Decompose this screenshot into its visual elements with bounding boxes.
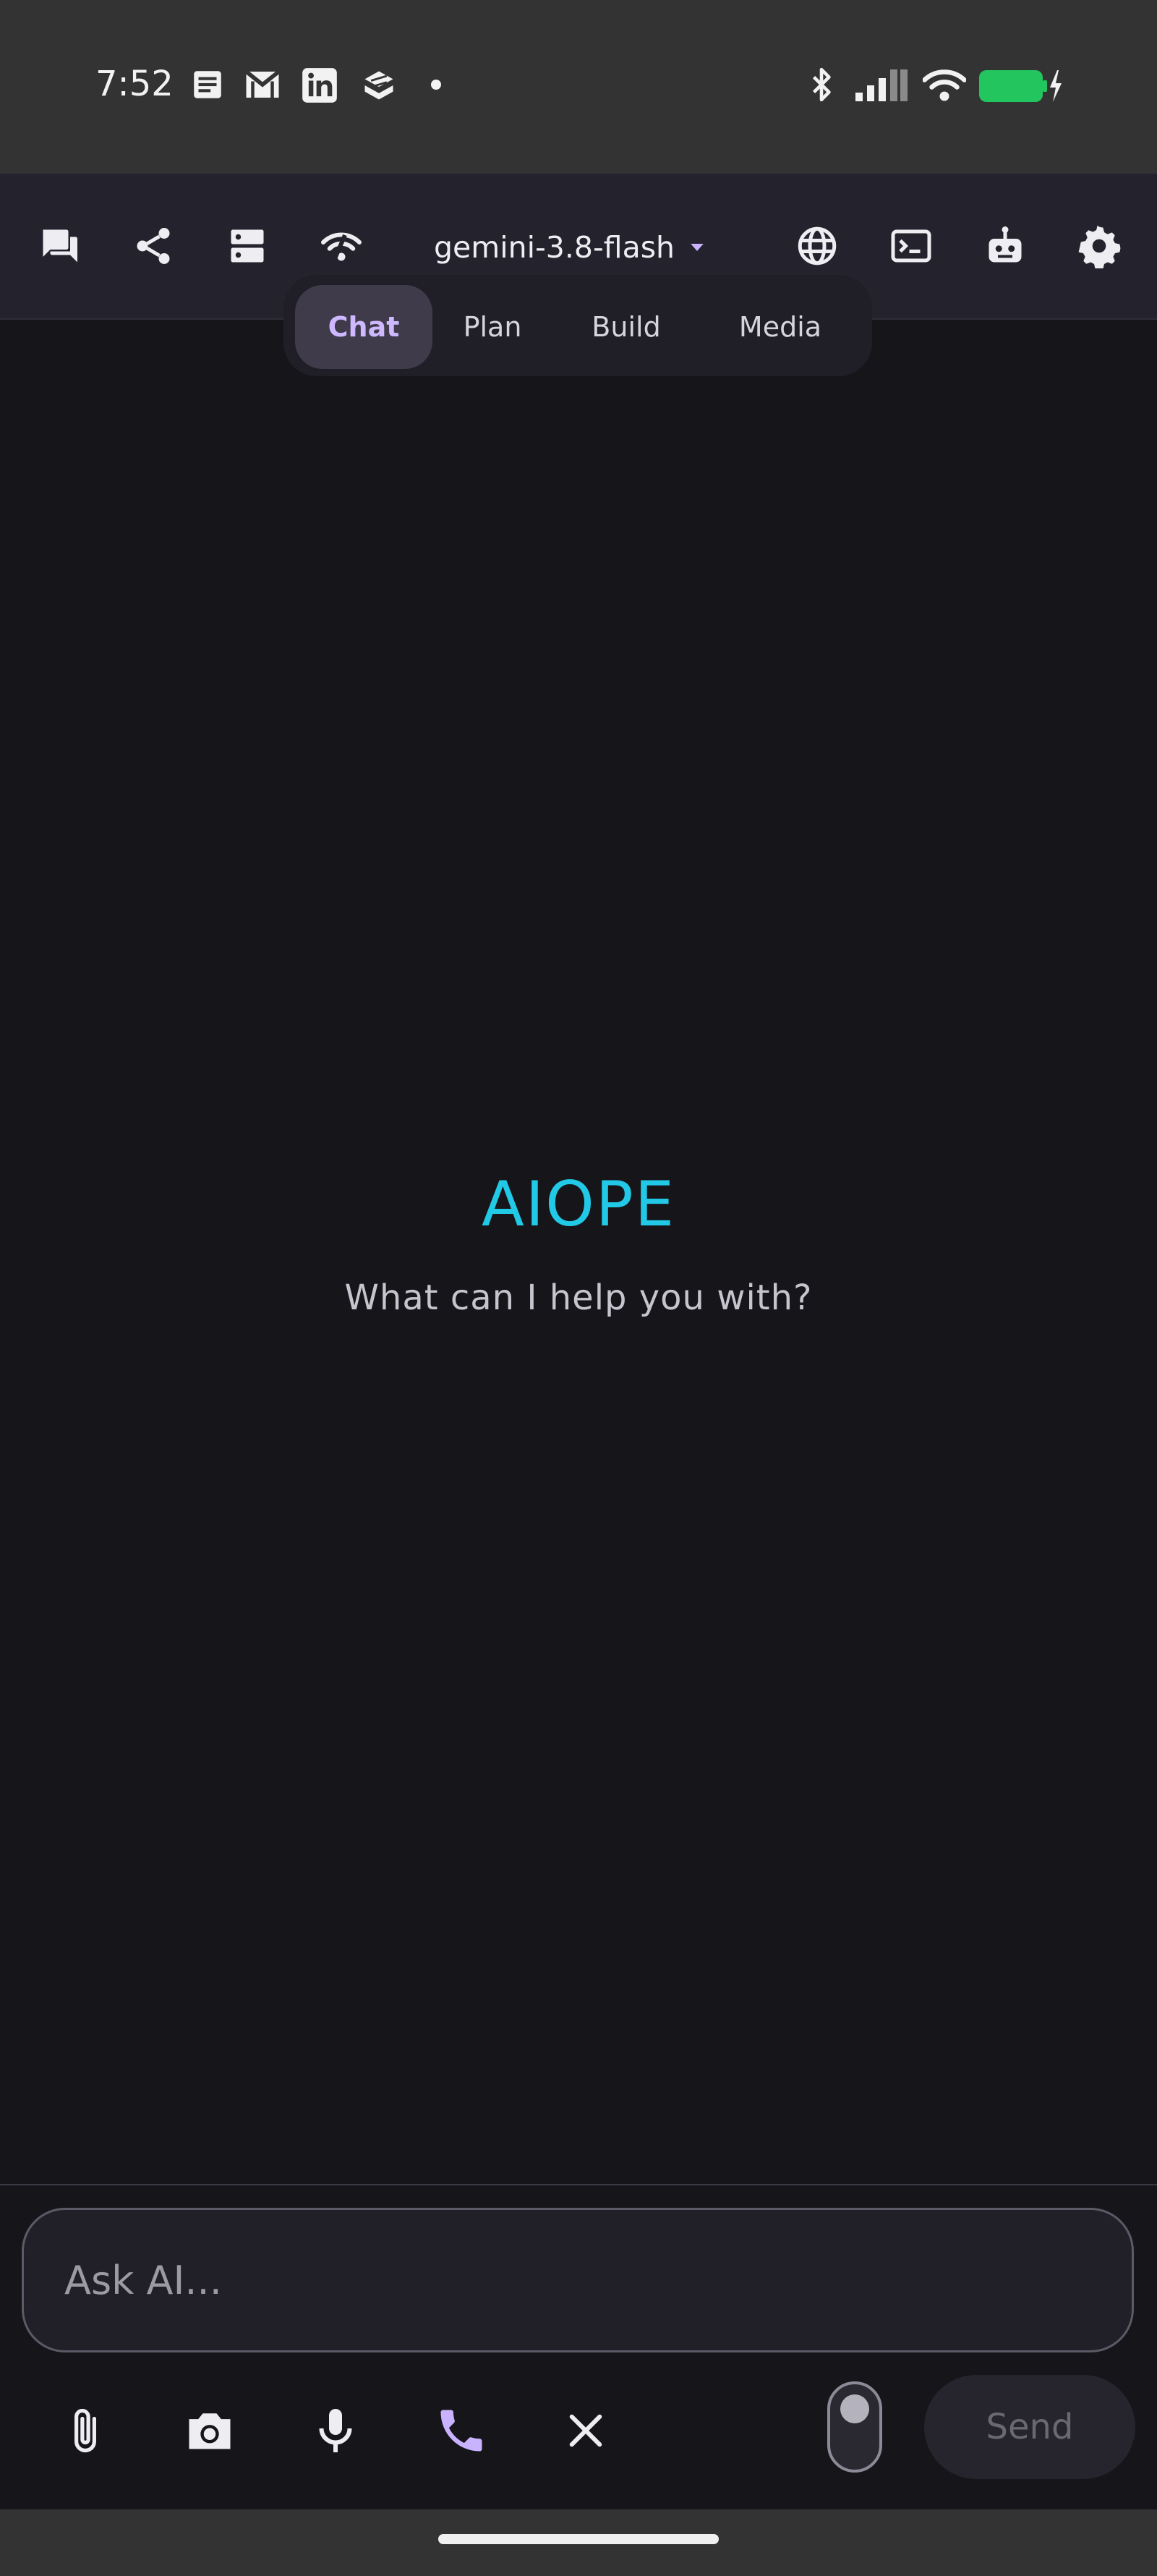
mode-toggle[interactable] xyxy=(827,2381,882,2473)
chevron-down-icon xyxy=(691,244,704,251)
battery-charging-icon xyxy=(979,68,1063,104)
globe-icon xyxy=(798,226,837,265)
wifi-icon xyxy=(923,68,966,103)
welcome-subtitle: What can I help you with? xyxy=(344,1278,813,1318)
navigation-bar xyxy=(0,2509,1157,2576)
settings-button[interactable] xyxy=(1062,208,1137,284)
voice-call-button[interactable] xyxy=(418,2387,505,2474)
home-gesture-handle[interactable] xyxy=(438,2534,719,2544)
dot-icon xyxy=(431,80,441,90)
tab-plan[interactable]: Plan xyxy=(432,285,552,369)
terminal-icon xyxy=(891,229,931,263)
app-title: AIOPE xyxy=(481,1168,676,1241)
close-icon xyxy=(569,2414,602,2447)
linkedin-icon xyxy=(301,67,338,104)
terminal-button[interactable] xyxy=(874,208,949,284)
notes-icon xyxy=(189,67,226,103)
camera-icon xyxy=(189,2413,231,2449)
mode-switcher: Chat Plan Build Media xyxy=(283,275,872,376)
app-screen: 7:52 gemini-3.8-flash Chat Plan Build Me… xyxy=(0,0,1157,2576)
camera-button[interactable] xyxy=(166,2387,253,2474)
share-button[interactable] xyxy=(116,208,191,284)
attach-button[interactable] xyxy=(42,2387,129,2474)
prompt-placeholder: Ask AI... xyxy=(64,2257,222,2303)
divider xyxy=(0,2184,1157,2185)
tab-build[interactable]: Build xyxy=(552,285,700,369)
web-search-button[interactable] xyxy=(780,208,855,284)
connection-button[interactable] xyxy=(304,208,379,284)
chats-button[interactable] xyxy=(22,208,97,284)
servers-button[interactable] xyxy=(210,208,285,284)
tab-media[interactable]: Media xyxy=(700,285,861,369)
signal-icon xyxy=(855,69,908,101)
model-name: gemini-3.8-flash xyxy=(434,230,675,265)
gear-icon xyxy=(1078,225,1121,268)
bluetooth-icon xyxy=(807,67,836,103)
agent-button[interactable] xyxy=(968,208,1043,284)
microphone-button[interactable] xyxy=(292,2387,379,2474)
gmail-icon xyxy=(243,67,282,103)
prompt-input[interactable]: Ask AI... xyxy=(22,2208,1134,2352)
attach-icon xyxy=(74,2408,96,2453)
phone-icon xyxy=(440,2410,482,2452)
robot-icon xyxy=(989,226,1022,263)
clear-button[interactable] xyxy=(542,2387,629,2474)
model-selector[interactable]: gemini-3.8-flash xyxy=(434,218,708,276)
stack-app-icon xyxy=(359,67,399,104)
share-icon xyxy=(137,228,170,264)
toggle-knob xyxy=(840,2394,869,2423)
servers-icon xyxy=(231,229,264,263)
send-button[interactable]: Send xyxy=(924,2375,1135,2479)
status-time: 7:52 xyxy=(95,64,174,104)
tab-chat[interactable]: Chat xyxy=(295,285,432,369)
status-bar: 7:52 xyxy=(0,0,1157,174)
microphone-icon xyxy=(319,2409,352,2452)
chats-icon xyxy=(43,229,77,263)
connection-icon xyxy=(321,232,362,262)
